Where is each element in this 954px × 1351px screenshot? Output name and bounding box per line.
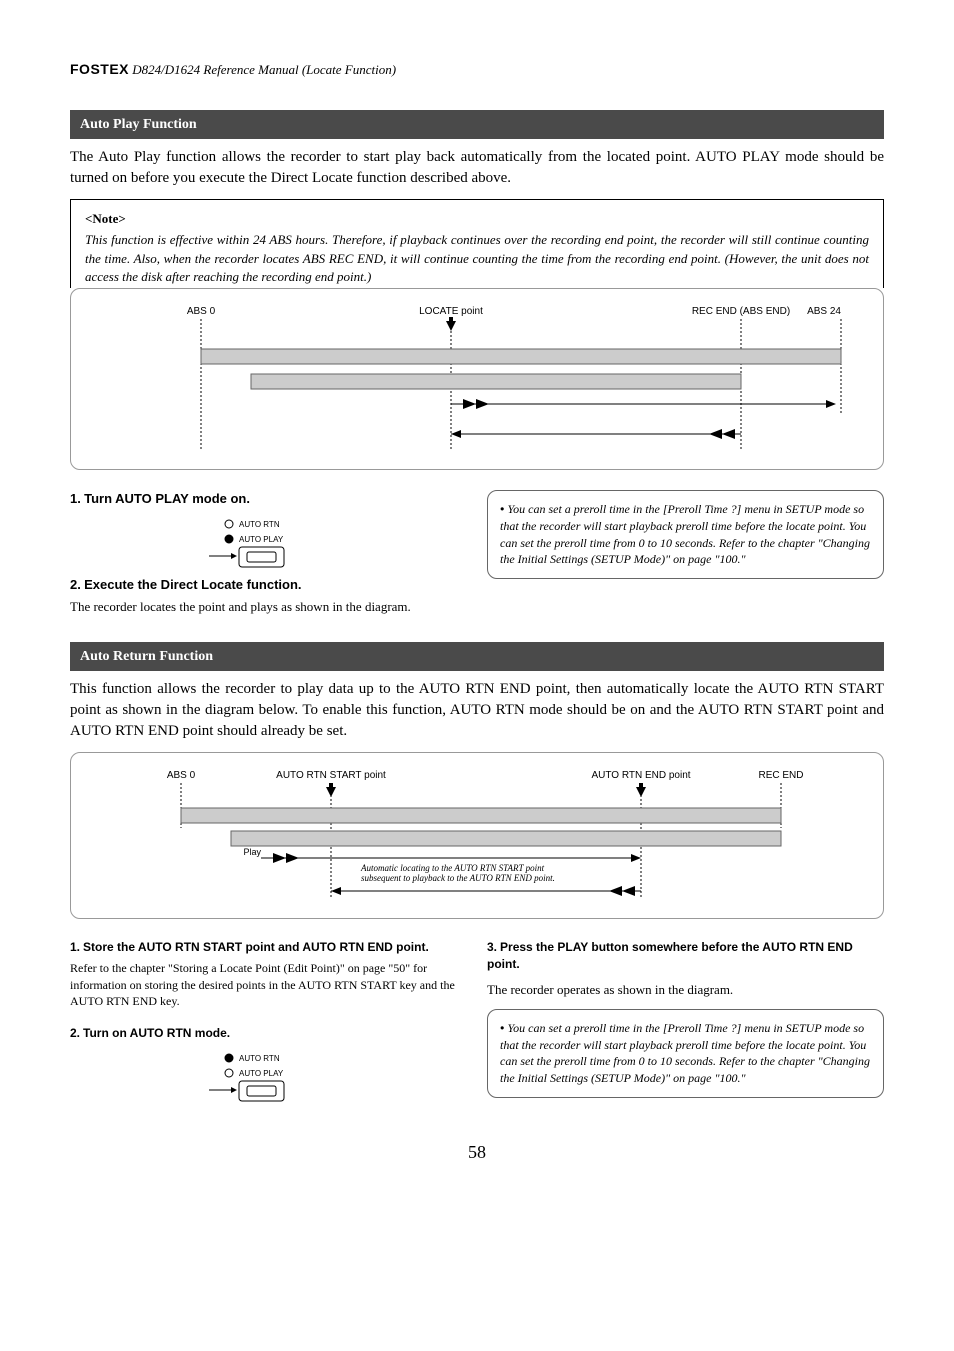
step-number: 1.	[70, 491, 81, 506]
manual-title: D824/D1624 Reference Manual (Locate Func…	[132, 62, 396, 77]
auto-return-result: The recorder operates as shown in the di…	[487, 981, 884, 999]
note-box-auto-play: <Note> This function is effective within…	[70, 199, 884, 288]
step-number: 2.	[70, 577, 81, 592]
section-auto-play-title: Auto Play Function	[70, 110, 884, 140]
svg-text:subsequent to playback to the: subsequent to playback to the AUTO RTN E…	[361, 873, 555, 883]
preroll-note-box: • You can set a preroll time in the [Pre…	[487, 490, 884, 579]
svg-text:AUTO RTN: AUTO RTN	[239, 1054, 280, 1063]
svg-text:AUTO RTN END point: AUTO RTN END point	[591, 770, 690, 781]
note-label: <Note>	[85, 210, 869, 228]
diagram-auto-return: ABS 0 AUTO RTN START point AUTO RTN END …	[70, 752, 884, 919]
page-number: 58	[70, 1140, 884, 1165]
svg-text:AUTO RTN START point: AUTO RTN START point	[276, 770, 386, 781]
svg-text:ABS 0: ABS 0	[167, 770, 196, 781]
preroll-note-text-2: You can set a preroll time in the [Prero…	[500, 1021, 870, 1085]
auto-play-result: The recorder locates the point and plays…	[70, 598, 467, 616]
step-text: Execute the Direct Locate function.	[84, 577, 301, 592]
auto-return-intro: This function allows the recorder to pla…	[70, 679, 884, 742]
preroll-note-text: You can set a preroll time in the [Prero…	[500, 502, 870, 566]
step-number: 1.	[70, 940, 80, 954]
svg-text:REC END: REC END	[758, 770, 803, 781]
step-text: Turn on AUTO RTN mode.	[83, 1026, 230, 1040]
brand-logo: FOSTEX	[70, 61, 129, 77]
auto-rtn-button-icon: AUTO RTN AUTO PLAY	[209, 1048, 329, 1104]
svg-text:Automatic locating to the AUTO: Automatic locating to the AUTO RTN START…	[360, 863, 545, 873]
svg-text:AUTO RTN: AUTO RTN	[239, 520, 280, 529]
step-text: Turn AUTO PLAY mode on.	[84, 491, 250, 506]
auto-play-steps-row: 1. Turn AUTO PLAY mode on. AUTO RTN AUTO…	[70, 490, 884, 617]
svg-text:AUTO PLAY: AUTO PLAY	[239, 1069, 284, 1078]
step1-ref: Refer to the chapter "Storing a Locate P…	[70, 960, 467, 1010]
step-text: Press the PLAY button somewhere before t…	[487, 940, 853, 971]
svg-text:ABS 24: ABS 24	[807, 306, 841, 317]
diagram-auto-play: ABS 0 LOCATE point REC END (ABS END) ABS…	[70, 288, 884, 470]
svg-text:Play: Play	[243, 847, 261, 857]
auto-return-steps-row: 1. Store the AUTO RTN START point and AU…	[70, 939, 884, 1110]
note-text: This function is effective within 24 ABS…	[85, 231, 869, 286]
preroll-note-box-2: • You can set a preroll time in the [Pre…	[487, 1009, 884, 1098]
section-auto-return-title: Auto Return Function	[70, 642, 884, 672]
svg-text:AUTO PLAY: AUTO PLAY	[239, 535, 284, 544]
svg-text:REC END (ABS END): REC END (ABS END)	[692, 306, 790, 317]
auto-play-intro: The Auto Play function allows the record…	[70, 147, 884, 189]
step-text: Store the AUTO RTN START point and AUTO …	[83, 940, 429, 954]
step-number: 3.	[487, 940, 497, 954]
step-number: 2.	[70, 1026, 80, 1040]
svg-text:LOCATE point: LOCATE point	[419, 306, 483, 317]
auto-play-button-icon: AUTO RTN AUTO PLAY	[209, 514, 329, 570]
page-header: FOSTEX D824/D1624 Reference Manual (Loca…	[70, 60, 884, 80]
svg-text:ABS 0: ABS 0	[187, 306, 216, 317]
